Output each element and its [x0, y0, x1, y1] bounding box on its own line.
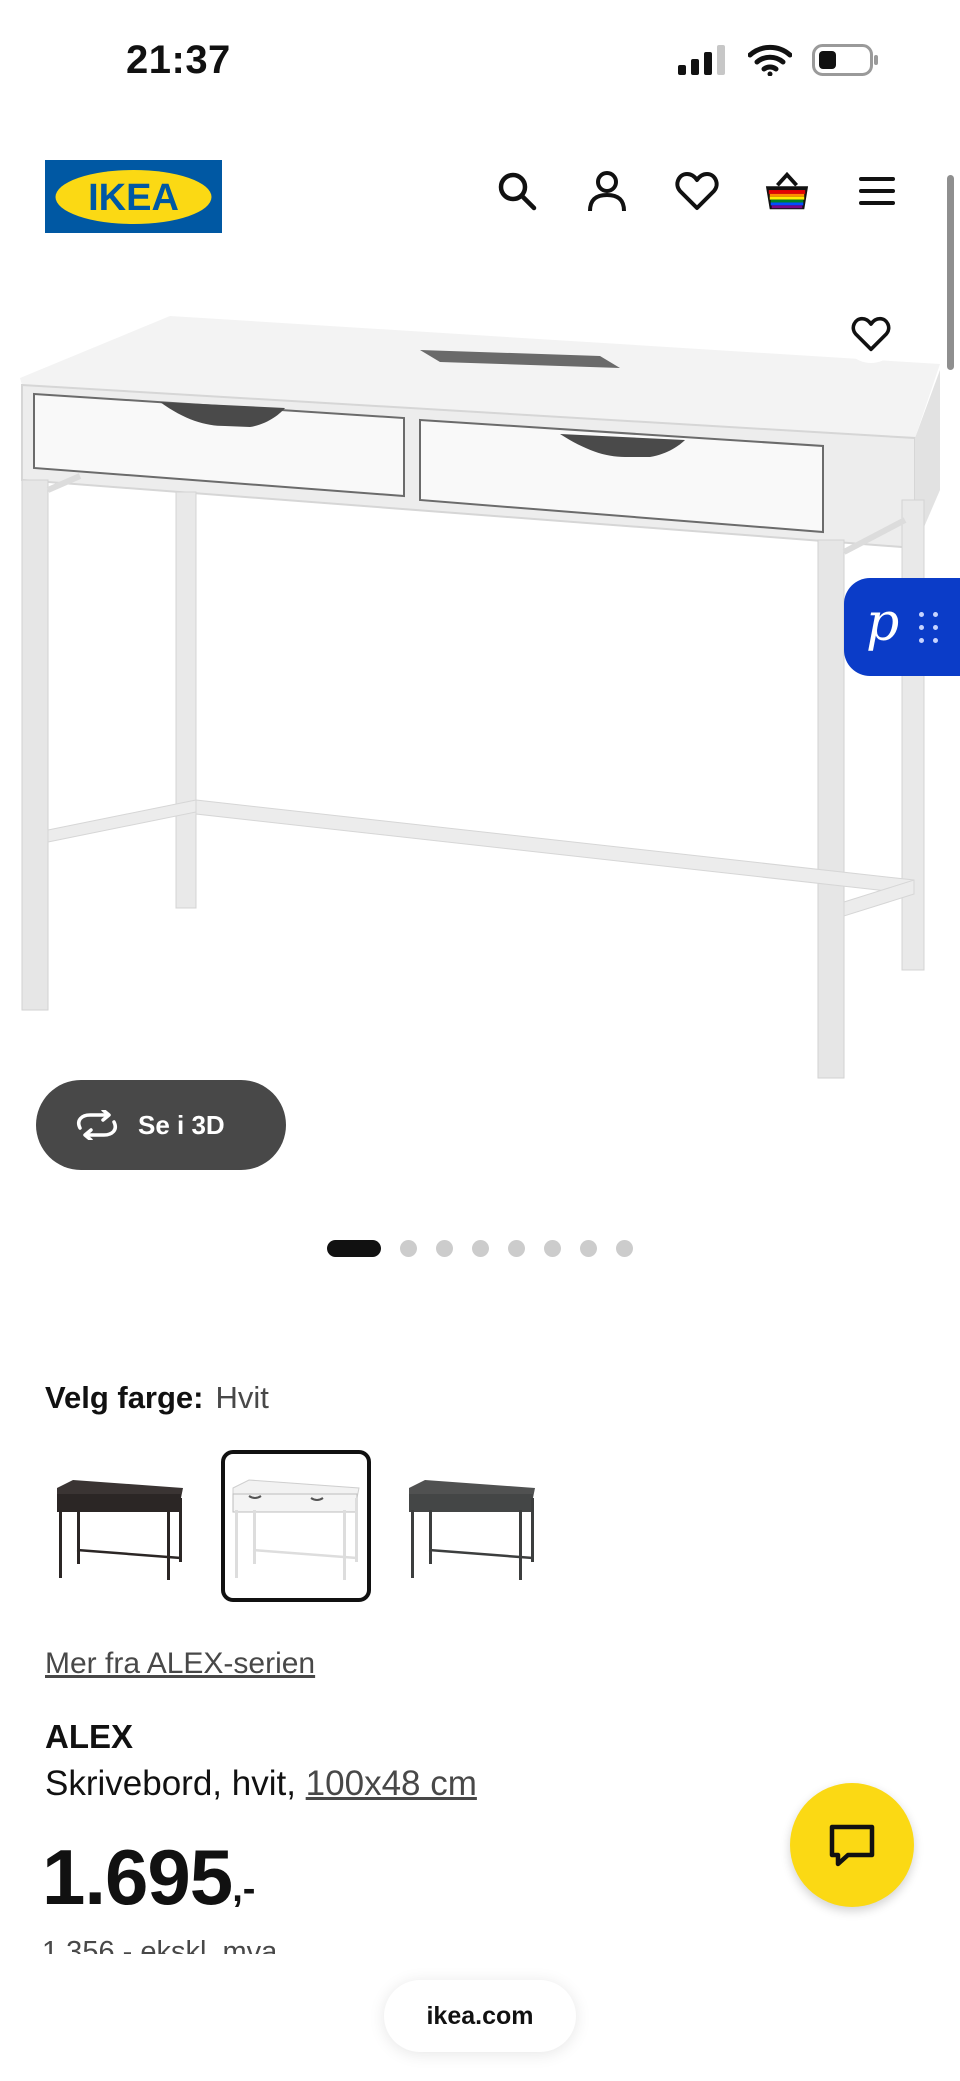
color-swatch-black-brown[interactable] [45, 1450, 195, 1602]
gallery-dot[interactable] [544, 1240, 561, 1257]
account-icon[interactable] [584, 168, 630, 214]
color-label-title: Velg farge: [45, 1380, 204, 1415]
color-swatch-white[interactable] [221, 1450, 371, 1602]
price-suffix: ,- [232, 1868, 256, 1910]
wifi-icon [748, 44, 792, 76]
search-icon[interactable] [494, 168, 540, 214]
p-widget-button[interactable]: p [844, 578, 960, 676]
status-icons [678, 44, 880, 76]
ikea-logo[interactable]: IKEA [45, 160, 222, 233]
gallery-dot[interactable] [580, 1240, 597, 1257]
color-swatches [45, 1450, 547, 1602]
svg-text:IKEA: IKEA [88, 177, 179, 219]
gallery-dot[interactable] [508, 1240, 525, 1257]
menu-icon[interactable] [854, 168, 900, 214]
p-widget-icon: p [866, 593, 900, 653]
gallery-dot[interactable] [616, 1240, 633, 1257]
gallery-dot[interactable] [327, 1240, 381, 1257]
ikea-logo-icon: IKEA [55, 169, 212, 224]
product-image[interactable] [0, 290, 960, 1150]
header-icons [494, 168, 900, 214]
price-amount: 1.695 [42, 1833, 233, 1921]
status-time: 21:37 [126, 38, 231, 82]
view-3d-label: Se i 3D [138, 1109, 225, 1140]
heart-icon [851, 316, 891, 352]
chat-button[interactable] [790, 1783, 914, 1907]
drag-handle-icon[interactable] [919, 611, 939, 643]
price-excl-vat: 1.356,- ekskl. mva [42, 1936, 278, 1954]
product-size-link[interactable]: 100x48 cm [306, 1764, 477, 1803]
view-3d-button[interactable]: Se i 3D [36, 1080, 286, 1170]
cellular-signal-icon [678, 45, 725, 75]
product-description: Skrivebord, hvit, 100x48 cm [45, 1764, 477, 1804]
gallery-dot[interactable] [472, 1240, 489, 1257]
product-favourite-button[interactable] [842, 305, 900, 363]
color-selector-label: Velg farge: Hvit [45, 1380, 269, 1416]
product-type: Skrivebord, hvit, [45, 1764, 296, 1803]
product-price: 1.695 ,- [42, 1838, 255, 1916]
shopping-bag-icon[interactable] [764, 168, 810, 214]
product-name: ALEX [45, 1718, 134, 1755]
rotate-3d-icon [77, 1110, 117, 1140]
battery-icon [812, 44, 878, 76]
gallery-pagination [0, 1240, 960, 1257]
gallery-dot[interactable] [400, 1240, 417, 1257]
series-link[interactable]: Mer fra ALEX-serien [45, 1647, 315, 1681]
favourites-icon[interactable] [674, 168, 720, 214]
chat-icon [829, 1824, 875, 1867]
gallery-dot[interactable] [436, 1240, 453, 1257]
color-label-value: Hvit [215, 1380, 269, 1415]
color-swatch-grey-turquoise[interactable] [397, 1450, 547, 1602]
browser-url-bar[interactable]: ikea.com [384, 1980, 576, 2052]
